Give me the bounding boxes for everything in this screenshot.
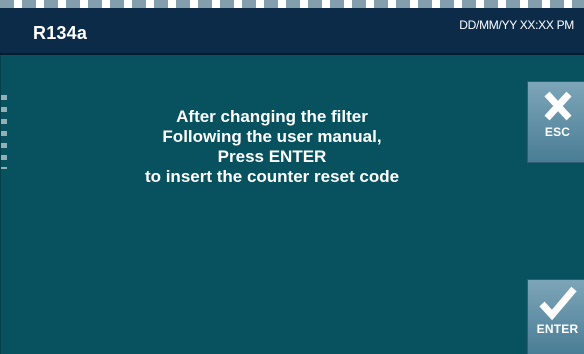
- message-line: After changing the filter: [176, 107, 368, 126]
- refrigerant-title: R134a: [33, 23, 88, 43]
- enter-button-label: ENTER: [536, 322, 579, 336]
- enter-button[interactable]: ENTER: [527, 279, 584, 354]
- screen: R134a DD/MM/YY XX:XX PM After changing t…: [0, 0, 584, 354]
- top-border-decoration: [0, 0, 584, 8]
- edge-decoration: [1, 95, 7, 169]
- title-bar: R134a DD/MM/YY XX:XX PM: [0, 8, 584, 55]
- date-time-display: DD/MM/YY XX:XX PM: [459, 18, 574, 32]
- message-line: Press ENTER: [217, 147, 327, 166]
- instruction-message: After changing the filter Following the …: [91, 107, 453, 187]
- checkmark-icon: [536, 284, 580, 327]
- esc-button-label: ESC: [544, 125, 571, 139]
- main-panel: After changing the filter Following the …: [0, 55, 584, 354]
- message-line: Following the user manual,: [162, 127, 382, 146]
- esc-button[interactable]: ESC: [527, 81, 584, 163]
- message-line: to insert the counter reset code: [144, 167, 400, 186]
